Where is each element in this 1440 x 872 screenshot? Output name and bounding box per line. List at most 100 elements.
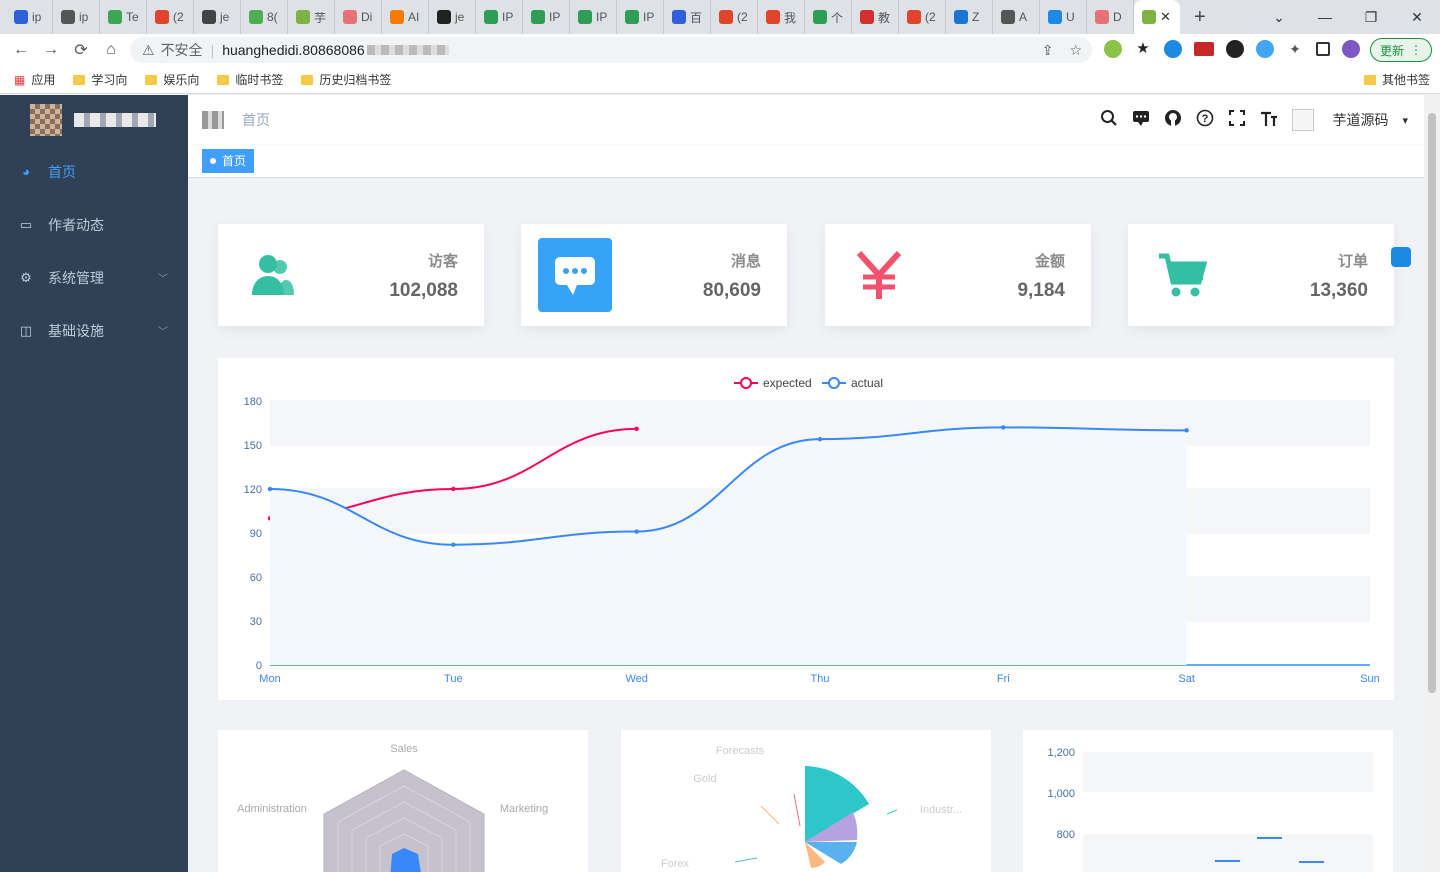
stat-card-orders[interactable]: 订单 13,360 xyxy=(1128,224,1394,326)
browser-tab-active[interactable]: ✕ xyxy=(1134,0,1180,34)
browser-tab[interactable]: je xyxy=(429,0,476,34)
tab-label: (2 xyxy=(925,10,936,24)
breadcrumb[interactable]: 首页 xyxy=(242,110,270,130)
stat-card-messages[interactable]: 消息 80,609 xyxy=(521,224,787,326)
apps-grid-icon: ▦ xyxy=(14,72,26,87)
forward-icon[interactable]: → xyxy=(36,41,66,59)
browser-tab[interactable]: IP xyxy=(523,0,570,34)
stat-label: 访客 xyxy=(427,253,458,270)
extension-icon[interactable] xyxy=(1164,40,1182,58)
search-icon[interactable] xyxy=(1100,109,1118,132)
home-icon[interactable]: ⌂ xyxy=(96,41,126,59)
grid-band xyxy=(1083,752,1373,792)
stat-card-visitors[interactable]: 访客 102,088 xyxy=(218,224,484,326)
dashboard-content: 访客 102,088 消息 80,609 金额 9,184 订单 13,360 xyxy=(188,178,1424,872)
browser-tab[interactable]: A xyxy=(993,0,1040,34)
favicon-icon xyxy=(766,10,780,24)
floating-chat-icon[interactable] xyxy=(1391,247,1411,267)
bookmark-folder[interactable]: 学习向 xyxy=(73,71,127,88)
bookmark-star-icon[interactable]: ☆ xyxy=(1069,42,1082,59)
bookmark-folder[interactable]: 历史归档书签 xyxy=(301,71,391,88)
extension-icon[interactable] xyxy=(1256,40,1274,58)
extension-icon[interactable] xyxy=(1194,42,1214,56)
bookmark-apps[interactable]: ▦ 应用 xyxy=(14,71,55,88)
pie-label: Gold xyxy=(693,773,716,785)
reload-icon[interactable]: ⟳ xyxy=(66,40,96,60)
new-tab-button[interactable]: + xyxy=(1194,6,1206,29)
browser-tab[interactable]: 芋 xyxy=(288,0,335,34)
back-icon[interactable]: ← xyxy=(6,41,36,59)
browser-tab[interactable]: IP xyxy=(617,0,664,34)
restore-icon[interactable]: ❐ xyxy=(1348,9,1394,26)
browser-tab[interactable]: U xyxy=(1040,0,1087,34)
folder-icon xyxy=(73,74,86,85)
font-size-icon[interactable] xyxy=(1260,109,1278,132)
puzzle-icon[interactable]: ✦ xyxy=(1286,40,1304,58)
browser-tab[interactable]: 个 xyxy=(805,0,852,34)
fullscreen-icon[interactable] xyxy=(1228,109,1246,132)
sidebar-logo[interactable] xyxy=(0,95,188,145)
browser-tab[interactable]: (2 xyxy=(147,0,194,34)
minimize-icon[interactable]: — xyxy=(1302,9,1348,25)
browser-tab[interactable]: AI xyxy=(382,0,429,34)
sidepanel-icon[interactable] xyxy=(1316,42,1330,56)
close-tab-icon[interactable]: ✕ xyxy=(1160,9,1171,25)
sidebar-item-author-news[interactable]: ▭ 作者动态 xyxy=(0,198,188,251)
browser-tab[interactable]: 我 xyxy=(758,0,805,34)
tag-home[interactable]: 首页 xyxy=(202,149,255,173)
bookmark-folder[interactable]: 临时书签 xyxy=(217,71,283,88)
chat-icon[interactable] xyxy=(1132,109,1150,132)
github-icon[interactable] xyxy=(1164,109,1182,132)
browser-tab[interactable]: (2 xyxy=(711,0,758,34)
browser-tab[interactable]: D xyxy=(1087,0,1134,34)
browser-tab[interactable]: Z xyxy=(946,0,993,34)
browser-tab[interactable]: IP xyxy=(570,0,617,34)
bookmark-folder[interactable]: 娱乐向 xyxy=(145,71,199,88)
profile-avatar[interactable] xyxy=(1342,40,1360,58)
browser-tab[interactable]: Di xyxy=(335,0,382,34)
update-label: 更新 xyxy=(1379,43,1404,58)
insecure-label[interactable]: 不安全 xyxy=(161,40,203,60)
browser-tab[interactable]: 教 xyxy=(852,0,899,34)
tab-label: (2 xyxy=(737,10,748,24)
tab-search-icon[interactable]: ⌄ xyxy=(1256,9,1302,26)
share-icon[interactable]: ⇪ xyxy=(1042,42,1054,59)
extension-icon[interactable] xyxy=(1226,40,1244,58)
data-point xyxy=(1001,425,1006,430)
omnibox-actions: ⇪ ☆ xyxy=(1042,42,1082,59)
avatar[interactable] xyxy=(1292,109,1315,131)
help-icon[interactable]: ? xyxy=(1196,109,1214,132)
close-window-icon[interactable]: ✕ xyxy=(1394,9,1440,26)
sidebar-item-home[interactable]: ◕ 首页 xyxy=(0,145,188,198)
x-tick-label: Wed xyxy=(625,673,647,685)
browser-tab[interactable]: (2 xyxy=(899,0,946,34)
extension-icon[interactable] xyxy=(1104,40,1122,58)
browser-tab[interactable]: 8( xyxy=(241,0,288,34)
x-tick-label: Sat xyxy=(1178,673,1195,685)
browser-tab[interactable]: Te xyxy=(100,0,147,34)
hamburger-icon[interactable] xyxy=(202,111,224,129)
browser-tab[interactable]: IP xyxy=(476,0,523,34)
url-text[interactable]: huanghedidi.80868086 xyxy=(222,42,364,58)
data-point xyxy=(634,529,639,534)
sidebar-item-infra[interactable]: ◫ 基础设施 ﹀ xyxy=(0,304,188,357)
star-extension-icon[interactable]: ★ xyxy=(1134,40,1152,58)
browser-tab[interactable]: 百 xyxy=(664,0,711,34)
legend-marker xyxy=(740,377,752,389)
update-button[interactable]: 更新 ⋮ xyxy=(1370,38,1432,62)
scrollbar-thumb[interactable] xyxy=(1428,113,1436,693)
sidebar-item-system[interactable]: ⚙ 系统管理 ﹀ xyxy=(0,251,188,304)
y-tick-label: 60 xyxy=(250,572,262,584)
username[interactable]: 芋道源码 xyxy=(1332,110,1388,130)
other-bookmarks[interactable]: 其他书签 xyxy=(1363,71,1430,88)
browser-tab[interactable]: ip xyxy=(53,0,100,34)
dropdown-caret-icon[interactable]: ▾ xyxy=(1402,114,1408,127)
browser-tab[interactable]: je xyxy=(194,0,241,34)
svg-text:?: ? xyxy=(1202,113,1209,125)
omnibox[interactable]: ⚠ 不安全 | huanghedidi.80868086 ⇪ ☆ xyxy=(130,37,1092,63)
stat-card-amount[interactable]: 金额 9,184 xyxy=(825,224,1091,326)
navbar: 首页 ? 芋道源码 ▾ xyxy=(188,95,1424,145)
browser-tab[interactable]: ip xyxy=(6,0,53,34)
legend-label: actual xyxy=(851,376,883,390)
page-scrollbar[interactable] xyxy=(1424,95,1440,872)
